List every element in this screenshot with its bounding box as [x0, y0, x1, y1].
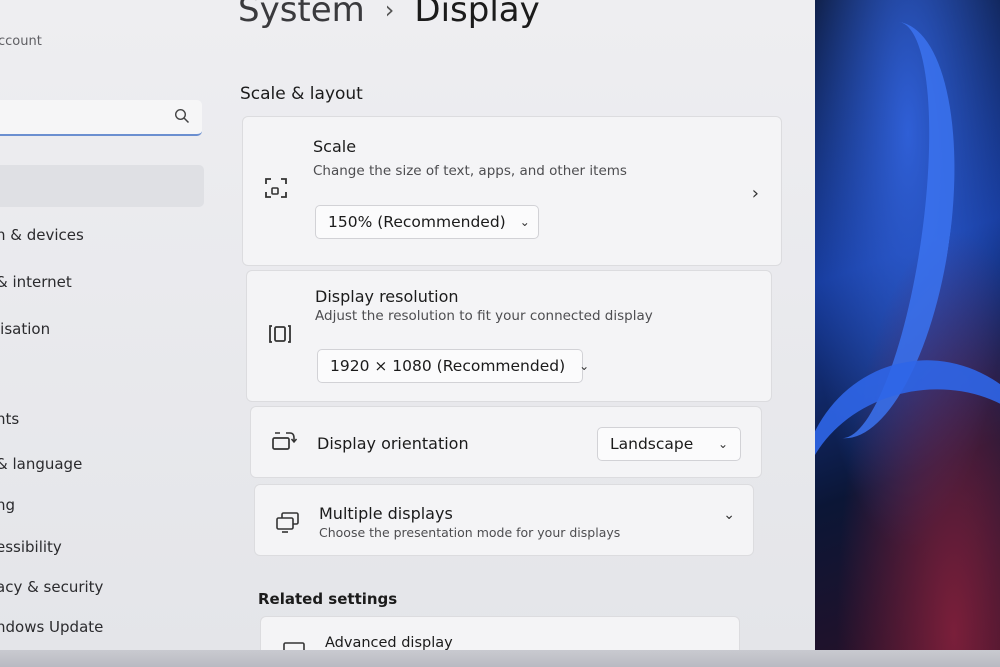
chevron-down-icon: ⌄ [717, 437, 728, 451]
breadcrumb-separator: › [384, 0, 395, 24]
advanced-display-card[interactable]: Advanced display [260, 616, 740, 650]
orientation-icon [272, 432, 297, 450]
monitor-icon [283, 642, 305, 650]
sidebar-item-windows-update[interactable]: ndows Update [0, 618, 103, 636]
sidebar-item-network-internet[interactable]: & internet [0, 273, 72, 291]
resolution-dropdown[interactable]: 1920 × 1080 (Recommended) ⌄ [317, 349, 589, 383]
main-content: System › Display Scale & layout Scale Ch… [238, 0, 798, 650]
scale-dropdown[interactable]: 150% (Recommended) ⌄ [315, 205, 539, 239]
display-orientation-card: Display orientation Landscape ⌄ [250, 406, 762, 478]
settings-window: ccount h & devices & internet lisation n… [0, 0, 815, 650]
section-title-related-settings: Related settings [258, 590, 398, 608]
sidebar-item-system[interactable] [0, 165, 204, 207]
sidebar-item-accessibility[interactable]: essibility [0, 538, 62, 556]
multiple-displays-card[interactable]: Multiple displays Choose the presentatio… [254, 484, 754, 556]
sidebar-item-personalisation[interactable]: lisation [0, 320, 50, 338]
scale-description: Change the size of text, apps, and other… [313, 163, 627, 179]
search-input[interactable] [0, 100, 202, 136]
orientation-dropdown[interactable]: Landscape ⌄ [597, 427, 741, 461]
breadcrumb-system[interactable]: System [238, 0, 365, 30]
advanced-display-title: Advanced display [325, 635, 453, 650]
chevron-right-icon[interactable]: › [752, 183, 759, 204]
orientation-value: Landscape [610, 435, 694, 453]
scale-title: Scale [313, 137, 357, 156]
sidebar-item-privacy-security[interactable]: acy & security [0, 578, 103, 596]
scale-icon [265, 178, 287, 198]
sidebar-item-accounts[interactable]: nts [0, 410, 19, 428]
search-icon [174, 108, 190, 124]
account-text: ccount [0, 34, 42, 49]
chevron-down-icon: ⌄ [519, 215, 530, 229]
sidebar-item-gaming[interactable]: ng [0, 496, 15, 514]
resolution-icon [269, 325, 291, 343]
orientation-title: Display orientation [317, 434, 469, 453]
sidebar: ccount h & devices & internet lisation n… [0, 0, 215, 650]
resolution-title: Display resolution [315, 287, 459, 306]
taskbar [0, 650, 1000, 667]
multiple-displays-title: Multiple displays [319, 504, 453, 523]
display-resolution-card: Display resolution Adjust the resolution… [246, 270, 772, 402]
chevron-down-icon: ⌄ [579, 359, 590, 373]
resolution-value: 1920 × 1080 (Recommended) [330, 357, 566, 375]
scale-value: 150% (Recommended) [328, 213, 506, 231]
breadcrumb: System › Display [238, 0, 540, 30]
chevron-down-icon[interactable]: ⌄ [723, 507, 735, 523]
page-title: Display [414, 0, 540, 30]
sidebar-item-bluetooth-devices[interactable]: h & devices [0, 226, 84, 244]
resolution-description: Adjust the resolution to fit your connec… [315, 308, 653, 324]
section-title-scale-layout: Scale & layout [240, 84, 363, 104]
sidebar-item-time-language[interactable]: & language [0, 455, 82, 473]
scale-card[interactable]: Scale Change the size of text, apps, and… [242, 116, 782, 266]
multiple-displays-icon [276, 512, 299, 533]
multiple-displays-description: Choose the presentation mode for your di… [319, 525, 621, 540]
